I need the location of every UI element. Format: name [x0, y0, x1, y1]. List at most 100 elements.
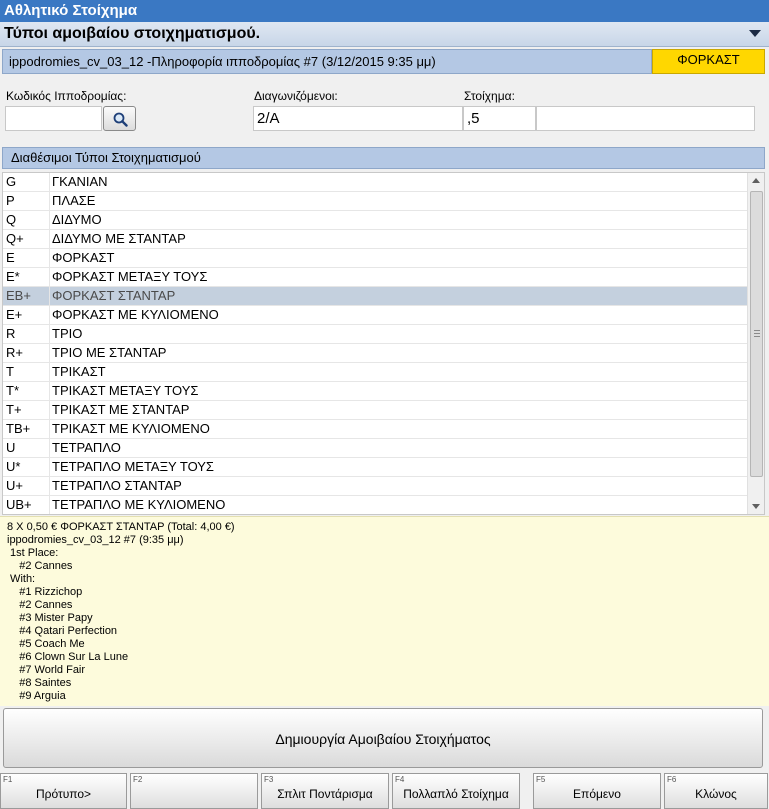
bet-type-row[interactable]: R+ ΤΡΙΟ ΜΕ ΣΤΑΝΤΑΡ: [3, 344, 764, 363]
summary-line: #6 Clown Sur La Lune: [7, 651, 129, 663]
runners-label: Διαγωνιζόμενοι:: [254, 89, 338, 103]
scroll-down-icon[interactable]: [752, 504, 760, 509]
bet-type-name: ΤΕΤΡΑΠΛΟ ΜΕ ΚΥΛΙΟΜΕΝΟ: [49, 496, 749, 514]
bet-type-name: ΤΕΤΡΑΠΛΟ ΣΤΑΝΤΑΡ: [49, 477, 749, 495]
bet-type-name: ΦΟΡΚΑΣΤ: [49, 249, 749, 267]
search-button[interactable]: [103, 106, 136, 131]
bet-type-row[interactable]: UB+ ΤΕΤΡΑΠΛΟ ΜΕ ΚΥΛΙΟΜΕΝΟ: [3, 496, 764, 514]
extra-input[interactable]: [536, 106, 755, 131]
summary-line: #3 Mister Papy: [7, 612, 93, 624]
bet-type-code: U+: [6, 478, 23, 493]
bet-type-name: ΤΕΤΡΑΠΛΟ: [49, 439, 749, 457]
bet-type-code: U: [6, 440, 16, 455]
scroll-thumb[interactable]: [750, 191, 763, 477]
bet-type-row[interactable]: E+ ΦΟΡΚΑΣΤ ΜΕ ΚΥΛΙΟΜΕΝΟ: [3, 306, 764, 325]
summary-line: #2 Cannes: [7, 599, 73, 611]
bet-type-name: ΤΡΙΚΑΣΤ ΜΕΤΑΞΥ ΤΟΥΣ: [49, 382, 749, 400]
bet-type-code: T+: [6, 402, 22, 417]
bet-type-code: T*: [6, 383, 19, 398]
summary-line: 8 X 0,50 € ΦΟΡΚΑΣΤ ΣΤΑΝΤΑΡ (Total: 4,00 …: [7, 521, 235, 533]
function-key-f4[interactable]: F4 Πολλαπλό Στοίχημα: [392, 773, 520, 809]
grip-icon: [754, 330, 760, 331]
summary-line: #7 World Fair: [7, 664, 86, 676]
bet-type-row[interactable]: R ΤΡΙΟ: [3, 325, 764, 344]
bet-type-row[interactable]: Q ΔΙΔΥΜΟ: [3, 211, 764, 230]
bet-type-code: G: [6, 174, 17, 189]
section-header: Τύποι αμοιβαίου στοιχηματισμού.: [0, 22, 769, 47]
function-key-f2[interactable]: F2: [130, 773, 258, 809]
bet-type-name: ΔΙΔΥΜΟ ΜΕ ΣΤΑΝΤΑΡ: [49, 230, 749, 248]
bet-type-row[interactable]: T+ ΤΡΙΚΑΣΤ ΜΕ ΣΤΑΝΤΑΡ: [3, 401, 764, 420]
bet-type-code: E*: [6, 269, 20, 284]
race-code-input[interactable]: [5, 106, 102, 131]
function-key-f5[interactable]: F5 Επόμενο: [533, 773, 661, 809]
bet-type-row[interactable]: U+ ΤΕΤΡΑΠΛΟ ΣΤΑΝΤΑΡ: [3, 477, 764, 496]
bet-type-row[interactable]: EB+ ΦΟΡΚΑΣΤ ΣΤΑΝΤΑΡ: [3, 287, 764, 306]
bet-type-name: ΦΟΡΚΑΣΤ ΣΤΑΝΤΑΡ: [49, 287, 749, 305]
bet-type-row[interactable]: T* ΤΡΙΚΑΣΤ ΜΕΤΑΞΥ ΤΟΥΣ: [3, 382, 764, 401]
bet-type-name: ΔΙΔΥΜΟ: [49, 211, 749, 229]
bet-type-row[interactable]: T ΤΡΙΚΑΣΤ: [3, 363, 764, 382]
bet-type-row[interactable]: U* ΤΕΤΡΑΠΛΟ ΜΕΤΑΞΥ ΤΟΥΣ: [3, 458, 764, 477]
function-key-number: F3: [264, 775, 274, 784]
function-key-number: F2: [133, 775, 143, 784]
bet-type-name: ΦΟΡΚΑΣΤ ΜΕΤΑΞΥ ΤΟΥΣ: [49, 268, 749, 286]
bet-type-name: ΤΡΙΚΑΣΤ ΜΕ ΚΥΛΙΟΜΕΝΟ: [49, 420, 749, 438]
summary-line: #8 Saintes: [7, 677, 72, 689]
bet-type-row[interactable]: G ΓΚΑΝΙΑΝ: [3, 173, 764, 192]
runners-input[interactable]: 2/A: [253, 106, 463, 131]
summary-line: 1st Place:: [7, 547, 59, 559]
function-key-f6[interactable]: F6 Κλώνος: [664, 773, 768, 809]
stake-input[interactable]: ,5: [463, 106, 536, 131]
bet-summary: 8 X 0,50 € ΦΟΡΚΑΣΤ ΣΤΑΝΤΑΡ (Total: 4,00 …: [0, 516, 769, 706]
bet-type-code: P: [6, 193, 15, 208]
bet-type-code: E: [6, 250, 15, 265]
page-title: Τύποι αμοιβαίου στοιχηματισμού.: [4, 25, 261, 42]
bet-type-code: E+: [6, 307, 23, 322]
bet-type-code: R: [6, 326, 16, 341]
bet-types-list[interactable]: G ΓΚΑΝΙΑΝ P ΠΛΑΣΕ Q ΔΙΔΥΜΟ Q+ ΔΙΔΥΜΟ ΜΕ ΣΤΑΝΤΑΡ…: [2, 172, 765, 515]
chevron-down-icon[interactable]: [749, 30, 761, 37]
bet-type-code: Q: [6, 212, 17, 227]
function-key-label: Πρότυπο>: [35, 787, 92, 801]
function-key-number: F4: [395, 775, 405, 784]
function-key-number: F1: [3, 775, 13, 784]
summary-line: #4 Qatari Perfection: [7, 625, 118, 637]
bet-type-name: ΤΡΙΟ: [49, 325, 749, 343]
bet-type-name: ΤΕΤΡΑΠΛΟ ΜΕΤΑΞΥ ΤΟΥΣ: [49, 458, 749, 476]
bet-type-code: EB+: [6, 288, 31, 303]
bet-type-code: Q+: [6, 231, 24, 246]
function-key-number: F6: [667, 775, 677, 784]
summary-line: #5 Coach Me: [7, 638, 85, 650]
scroll-up-icon[interactable]: [752, 178, 760, 183]
bet-type-name: ΦΟΡΚΑΣΤ ΜΕ ΚΥΛΙΟΜΕΝΟ: [49, 306, 749, 324]
summary-line: #2 Cannes: [7, 560, 73, 572]
bet-type-row[interactable]: TB+ ΤΡΙΚΑΣΤ ΜΕ ΚΥΛΙΟΜΕΝΟ: [3, 420, 764, 439]
bet-type-code: U*: [6, 459, 21, 474]
summary-line: #1 Rizzichop: [7, 586, 83, 598]
function-key-label: Σπλιτ Ποντάρισμα: [277, 787, 373, 801]
bet-type-row[interactable]: E ΦΟΡΚΑΣΤ: [3, 249, 764, 268]
magnifier-icon: [113, 112, 128, 127]
app-window: Αθλητικό Στοίχημα Τύποι αμοιβαίου στοιχη…: [0, 0, 769, 809]
bet-type-code: R+: [6, 345, 23, 360]
bet-type-row[interactable]: U ΤΕΤΡΑΠΛΟ: [3, 439, 764, 458]
bet-type-row[interactable]: E* ΦΟΡΚΑΣΤ ΜΕΤΑΞΥ ΤΟΥΣ: [3, 268, 764, 287]
function-key-f1[interactable]: F1 Πρότυπο>: [0, 773, 127, 809]
summary-line: #9 Arguia: [7, 690, 66, 702]
bet-type-badge: ΦΟΡΚΑΣΤ: [652, 49, 765, 74]
bet-type-row[interactable]: P ΠΛΑΣΕ: [3, 192, 764, 211]
event-info-bar: ippodromies_cv_03_12 -Πληροφορία ιπποδρο…: [2, 49, 652, 74]
function-key-f3[interactable]: F3 Σπλιτ Ποντάρισμα: [261, 773, 389, 809]
function-key-label: Κλώνος: [695, 787, 737, 801]
bet-type-code: TB+: [6, 421, 31, 436]
function-key-bar: F1 Πρότυπο> F2 F3 Σπλιτ Ποντάρισμα F4 Πολλαπλό…: [0, 773, 769, 809]
bet-type-code: UB+: [6, 497, 32, 512]
function-key-label: Επόμενο: [573, 787, 621, 801]
bet-type-name: ΓΚΑΝΙΑΝ: [49, 173, 749, 191]
create-bet-button[interactable]: Δημιουργία Αμοιβαίου Στοιχήματος: [3, 708, 763, 768]
bet-type-code: T: [6, 364, 14, 379]
bet-type-row[interactable]: Q+ ΔΙΔΥΜΟ ΜΕ ΣΤΑΝΤΑΡ: [3, 230, 764, 249]
window-title: Αθλητικό Στοίχημα: [0, 0, 769, 22]
list-scrollbar[interactable]: [747, 173, 764, 514]
